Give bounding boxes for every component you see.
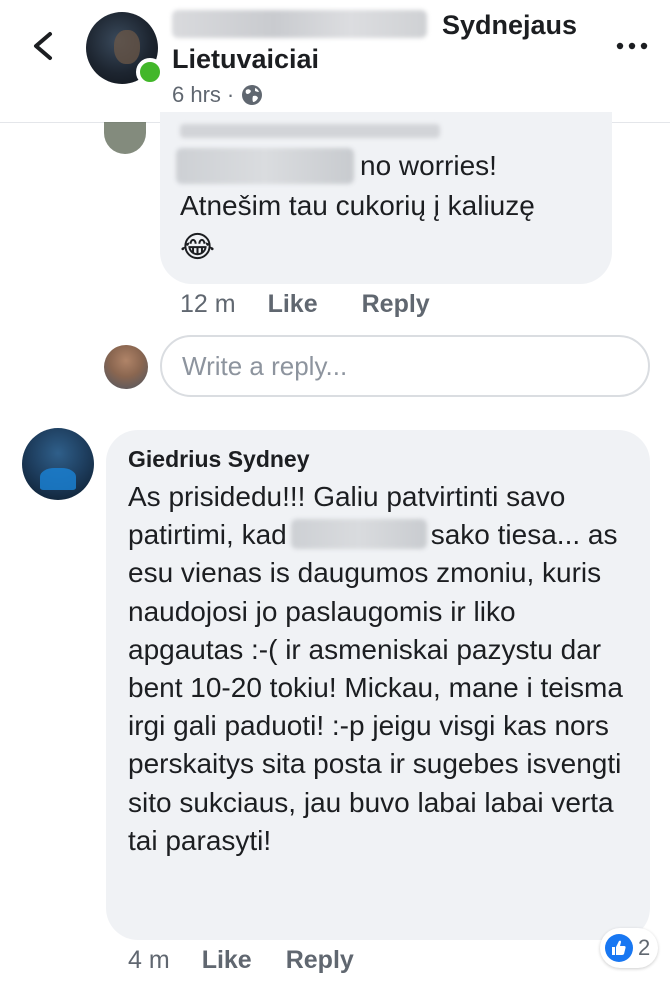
meta-separator: · bbox=[226, 82, 235, 107]
thumbs-up-icon bbox=[605, 934, 633, 962]
redacted-mention bbox=[176, 148, 354, 184]
comment-text-line: Atnešim tau cukorių į kaliuzę bbox=[180, 190, 535, 221]
online-status-icon bbox=[136, 58, 164, 86]
current-user-avatar bbox=[104, 345, 148, 389]
comment-body: As prisidedu!!! Galiu patvirtinti savo p… bbox=[128, 478, 638, 860]
reaction-summary[interactable]: 2 bbox=[600, 928, 659, 968]
laughing-emoji-icon: 😂 bbox=[180, 231, 216, 264]
commenter-avatar[interactable] bbox=[22, 428, 94, 500]
comment-actions: 4 m Like Reply bbox=[128, 946, 354, 975]
reaction-count: 2 bbox=[638, 935, 651, 960]
like-button[interactable]: Like bbox=[202, 946, 252, 975]
reply-input[interactable]: Write a reply... bbox=[160, 335, 650, 397]
reply-button[interactable]: Reply bbox=[286, 946, 354, 975]
globe-icon bbox=[242, 85, 263, 105]
redacted-commenter-name bbox=[180, 124, 440, 138]
reply-button[interactable]: Reply bbox=[362, 290, 430, 319]
comment-timestamp[interactable]: 12 m bbox=[180, 290, 236, 319]
post-header: Sydnejaus Lietuvaiciai 6 hrs · bbox=[0, 0, 670, 123]
like-button[interactable]: Like bbox=[268, 290, 318, 319]
post-timestamp[interactable]: 6 hrs bbox=[172, 82, 221, 108]
commenter-avatar[interactable] bbox=[104, 122, 146, 154]
redacted-author-name bbox=[172, 10, 427, 38]
comment-actions: 12 m Like Reply bbox=[180, 290, 430, 319]
comment-text: sako tiesa... as esu vienas is daugumos … bbox=[128, 519, 623, 856]
redacted-mention bbox=[290, 519, 427, 550]
comment-author[interactable]: Giedrius Sydney bbox=[128, 446, 310, 473]
group-name-line2[interactable]: Lietuvaiciai bbox=[172, 44, 319, 75]
chevron-left-icon[interactable] bbox=[24, 26, 64, 66]
group-name-line1[interactable]: Sydnejaus bbox=[442, 10, 577, 41]
ellipsis-icon[interactable] bbox=[612, 32, 652, 56]
comment-timestamp[interactable]: 4 m bbox=[128, 946, 170, 975]
comment-text-line: no worries! bbox=[360, 150, 497, 181]
post-meta: 6 hrs · bbox=[172, 82, 264, 108]
